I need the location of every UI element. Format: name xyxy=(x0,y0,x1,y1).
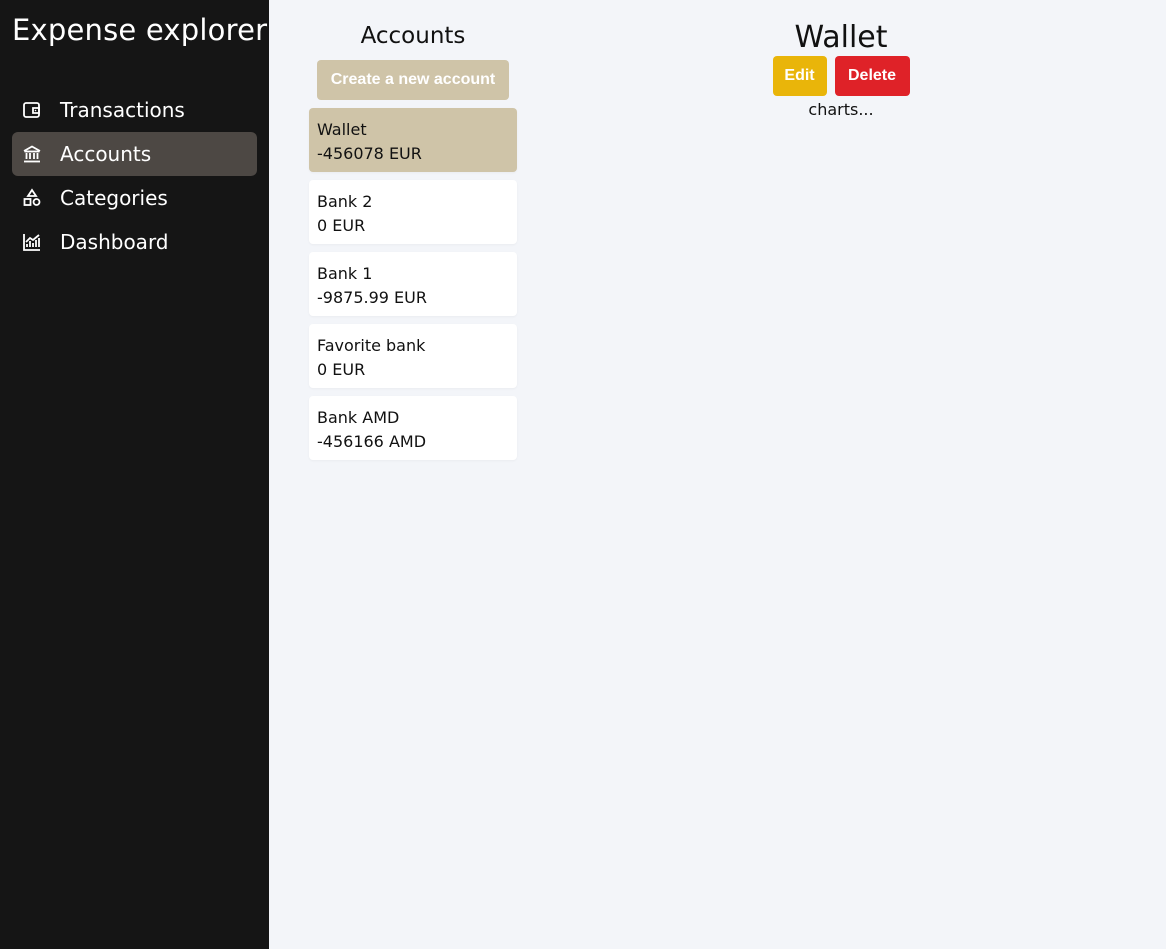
app-title: Expense explorer xyxy=(12,13,268,47)
sidebar-nav: Transactions Accounts Categories Dashboa… xyxy=(12,88,257,264)
sidebar-item-categories[interactable]: Categories xyxy=(12,176,257,220)
edit-button[interactable]: Edit xyxy=(772,56,827,96)
sidebar-item-label: Categories xyxy=(60,186,168,210)
account-name: Bank 2 xyxy=(317,192,373,211)
account-card-bank-1[interactable]: Bank 1 -9875.99 EUR xyxy=(309,252,517,316)
accounts-heading: Accounts xyxy=(360,23,466,49)
main-content: Accounts Create a new account Wallet -45… xyxy=(269,0,1166,949)
delete-button[interactable]: Delete xyxy=(834,56,910,96)
accounts-column: Accounts Create a new account Wallet -45… xyxy=(309,20,517,468)
wallet-icon xyxy=(22,100,42,120)
account-name: Bank 1 xyxy=(317,264,373,283)
account-name: Bank AMD xyxy=(317,408,400,427)
shapes-icon xyxy=(22,188,42,208)
chart-icon xyxy=(22,232,42,252)
sidebar-item-label: Dashboard xyxy=(60,230,169,254)
sidebar-item-dashboard[interactable]: Dashboard xyxy=(12,220,257,264)
account-balance: 0 EUR xyxy=(317,216,366,235)
sidebar-item-accounts[interactable]: Accounts xyxy=(12,132,257,176)
sidebar: Expense explorer Transactions Accounts C… xyxy=(0,0,269,949)
account-name: Wallet xyxy=(317,120,367,139)
account-name: Favorite bank xyxy=(317,336,426,355)
account-card-bank-amd[interactable]: Bank AMD -456166 AMD xyxy=(309,396,517,460)
account-card-favorite-bank[interactable]: Favorite bank 0 EUR xyxy=(309,324,517,388)
account-card-bank-2[interactable]: Bank 2 0 EUR xyxy=(309,180,517,244)
account-balance: -456166 AMD xyxy=(317,432,427,451)
account-balance: 0 EUR xyxy=(317,360,366,379)
charts-placeholder: charts... xyxy=(808,100,874,119)
create-account-button[interactable]: Create a new account xyxy=(317,60,509,100)
account-detail-title: Wallet xyxy=(794,20,888,55)
account-detail: Wallet Edit Delete charts... xyxy=(729,20,953,120)
sidebar-item-label: Transactions xyxy=(60,98,185,122)
account-actions: Edit Delete xyxy=(729,56,953,96)
account-balance: -9875.99 EUR xyxy=(317,288,427,307)
app: Expense explorer Transactions Accounts C… xyxy=(0,0,1166,949)
account-card-wallet[interactable]: Wallet -456078 EUR xyxy=(309,108,517,172)
bank-icon xyxy=(22,144,42,164)
sidebar-item-label: Accounts xyxy=(60,142,152,166)
account-balance: -456078 EUR xyxy=(317,144,422,163)
sidebar-item-transactions[interactable]: Transactions xyxy=(12,88,257,132)
